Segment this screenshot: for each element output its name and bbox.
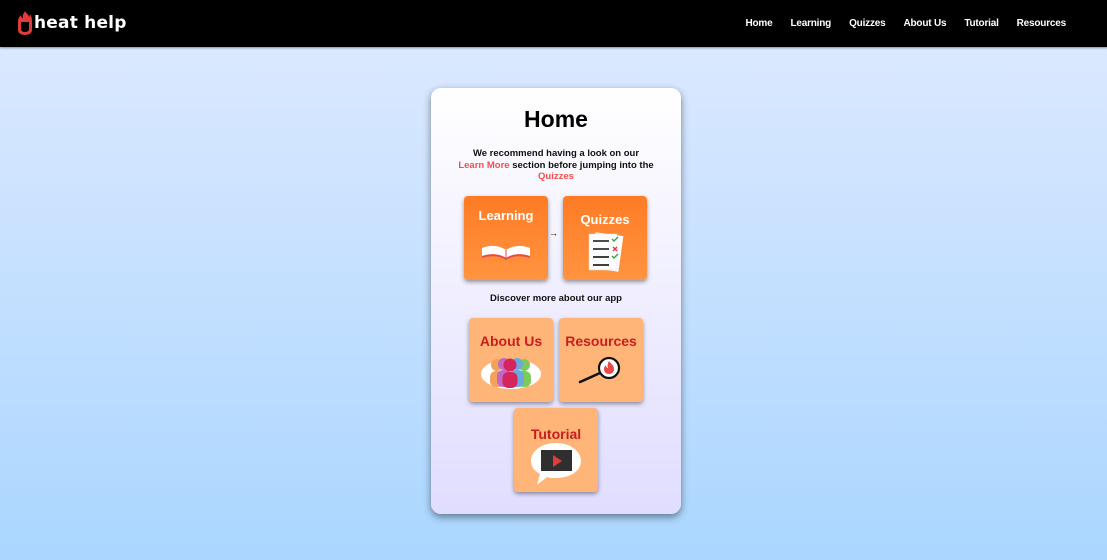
resources-tile[interactable]: Resources (559, 318, 643, 402)
nav-resources[interactable]: Resources (1017, 18, 1067, 29)
tutorial-tile-label: Tutorial (530, 426, 582, 442)
intro-middle: section before jumping into the (512, 159, 654, 171)
intro-before: We recommend having a look on our (472, 148, 640, 159)
tutorial-tile[interactable]: Tutorial (514, 408, 598, 492)
video-speech-bubble-icon (531, 443, 581, 485)
open-book-icon (482, 245, 530, 260)
learning-tile[interactable]: Learning (464, 196, 548, 280)
flow-arrow: → (549, 228, 558, 238)
brand-name: heat help (34, 13, 127, 33)
nav-links: Home Learning Quizzes About Us Tutorial … (727, 0, 1066, 47)
learning-tile-label: Learning (478, 208, 534, 223)
nav-home[interactable]: Home (745, 18, 772, 29)
about-us-tile[interactable]: About Us (469, 318, 553, 402)
people-icon (481, 358, 541, 389)
magnifier-flame-icon (578, 356, 621, 384)
quizzes-tile-label: Quizzes (580, 212, 630, 227)
home-card: Home We recommend having a look on our L… (431, 88, 681, 514)
intro-text: We recommend having a look on our Learn … (456, 148, 656, 183)
discover-text: Discover more about our app (490, 293, 622, 304)
quizzes-tile[interactable]: Quizzes (563, 196, 647, 280)
learn-more-link[interactable]: Learn More (458, 160, 509, 171)
navbar: heat help Home Learning Quizzes About Us… (0, 0, 1107, 47)
about-us-tile-label: About Us (479, 333, 543, 349)
flame-shield-icon (18, 11, 32, 35)
resources-tile-label: Resources (565, 333, 637, 349)
nav-learning[interactable]: Learning (790, 18, 831, 29)
quizzes-link[interactable]: Quizzes (538, 171, 574, 182)
nav-quizzes[interactable]: Quizzes (849, 18, 886, 29)
nav-tutorial[interactable]: Tutorial (964, 18, 999, 29)
nav-about-us[interactable]: About Us (903, 18, 946, 29)
brand-logo[interactable]: heat help (17, 9, 127, 37)
quiz-sheet-icon (588, 232, 624, 272)
page-title: Home (524, 106, 588, 132)
